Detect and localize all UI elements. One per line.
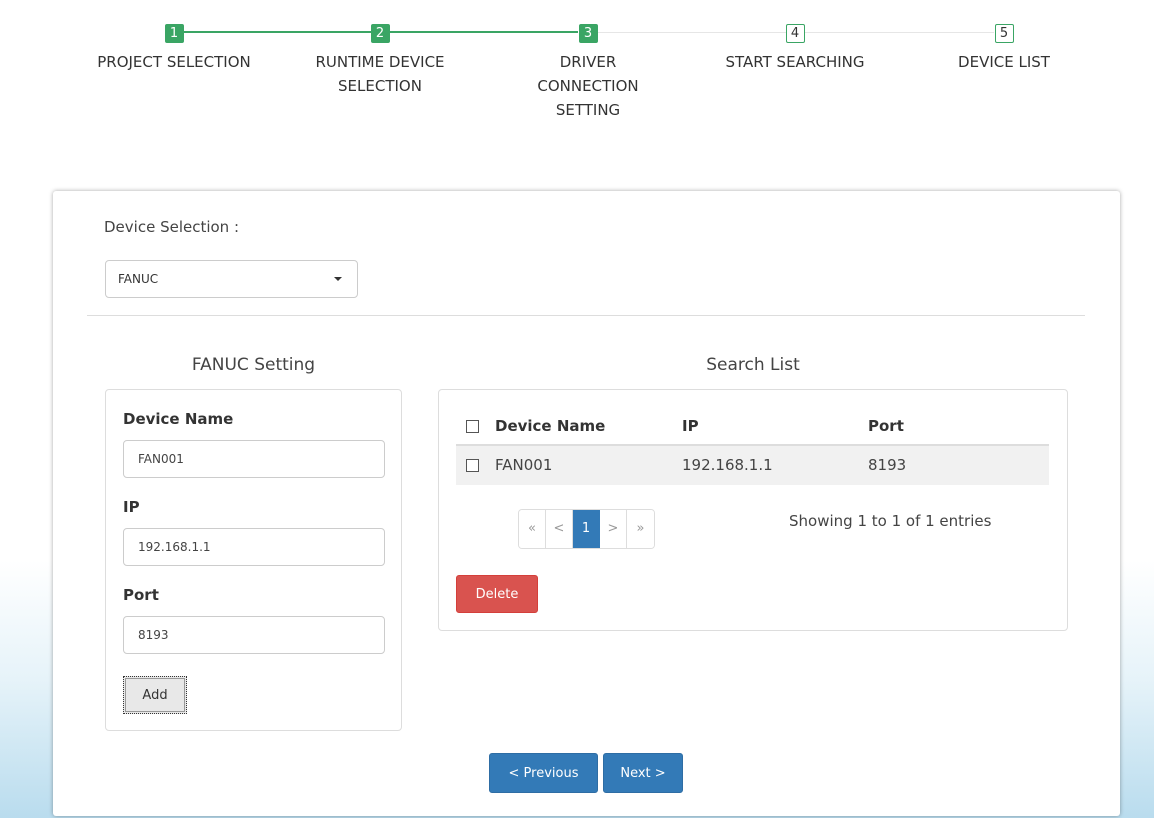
step-label: START SEARCHING: [725, 53, 865, 71]
entries-info: Showing 1 to 1 of 1 entries: [789, 512, 992, 530]
wizard-stepper: 1 PROJECT SELECTION 2 RUNTIME DEVICE SEL…: [0, 0, 1154, 180]
step-label: DEVICE LIST: [958, 53, 1050, 71]
ip-label: IP: [123, 498, 140, 516]
device-name-label: Device Name: [123, 410, 234, 428]
search-list-table: Device Name IP Port FAN001 192.168.1.1 8…: [456, 407, 1049, 485]
step-label: RUNTIME DEVICE SELECTION: [315, 53, 445, 95]
step-start-searching[interactable]: 4 START SEARCHING: [695, 22, 895, 74]
cell-port: 8193: [868, 456, 907, 474]
step-number: 2: [370, 24, 390, 43]
cell-ip: 192.168.1.1: [682, 456, 773, 474]
chevron-down-icon: [334, 277, 342, 281]
step-number: 5: [994, 24, 1014, 43]
port-input[interactable]: 8193: [123, 616, 385, 654]
column-header-ip[interactable]: IP: [682, 407, 699, 446]
search-list-title: Search List: [706, 355, 800, 375]
page-first-button[interactable]: «: [519, 510, 546, 548]
cell-device-name: FAN001: [495, 456, 553, 474]
row-checkbox[interactable]: [466, 459, 479, 472]
setting-panel: Device Name FAN001 IP 192.168.1.1 Port 8…: [105, 389, 402, 731]
step-device-list[interactable]: 5 DEVICE LIST: [904, 22, 1104, 74]
device-selection-label: Device Selection :: [104, 218, 240, 236]
table-row[interactable]: FAN001 192.168.1.1 8193: [456, 446, 1049, 485]
step-project-selection[interactable]: 1 PROJECT SELECTION: [74, 22, 274, 74]
setting-title: FANUC Setting: [191, 355, 316, 375]
port-label: Port: [123, 586, 159, 604]
pagination: « < 1 > »: [518, 509, 655, 549]
driver-setting-card: Device Selection : FANUC FANUC Setting D…: [53, 191, 1120, 816]
page-current-button[interactable]: 1: [573, 510, 600, 548]
step-driver-connection-setting[interactable]: 3 DRIVER CONNECTION SETTING: [488, 22, 688, 122]
next-button[interactable]: Next >: [603, 753, 683, 793]
device-selection-dropdown[interactable]: FANUC: [105, 260, 358, 298]
column-header-port[interactable]: Port: [868, 407, 904, 446]
select-all-checkbox[interactable]: [466, 420, 479, 433]
step-number: 1: [164, 24, 184, 43]
dropdown-value: FANUC: [118, 272, 159, 286]
table-header-row: Device Name IP Port: [456, 407, 1049, 446]
search-list-panel: Device Name IP Port FAN001 192.168.1.1 8…: [438, 389, 1068, 631]
add-button[interactable]: Add: [123, 676, 187, 714]
step-label: DRIVER CONNECTION SETTING: [537, 53, 639, 119]
page-last-button[interactable]: »: [627, 510, 654, 548]
ip-input[interactable]: 192.168.1.1: [123, 528, 385, 566]
step-number: 4: [785, 24, 805, 43]
device-name-input[interactable]: FAN001: [123, 440, 385, 478]
step-number: 3: [578, 24, 598, 43]
page-prev-button[interactable]: <: [546, 510, 573, 548]
step-runtime-device-selection[interactable]: 2 RUNTIME DEVICE SELECTION: [280, 22, 480, 98]
step-label: PROJECT SELECTION: [97, 53, 251, 71]
delete-button[interactable]: Delete: [456, 575, 538, 613]
column-header-device-name[interactable]: Device Name: [495, 407, 605, 446]
section-divider: [87, 315, 1085, 316]
previous-button[interactable]: < Previous: [489, 753, 598, 793]
page-next-button[interactable]: >: [600, 510, 627, 548]
